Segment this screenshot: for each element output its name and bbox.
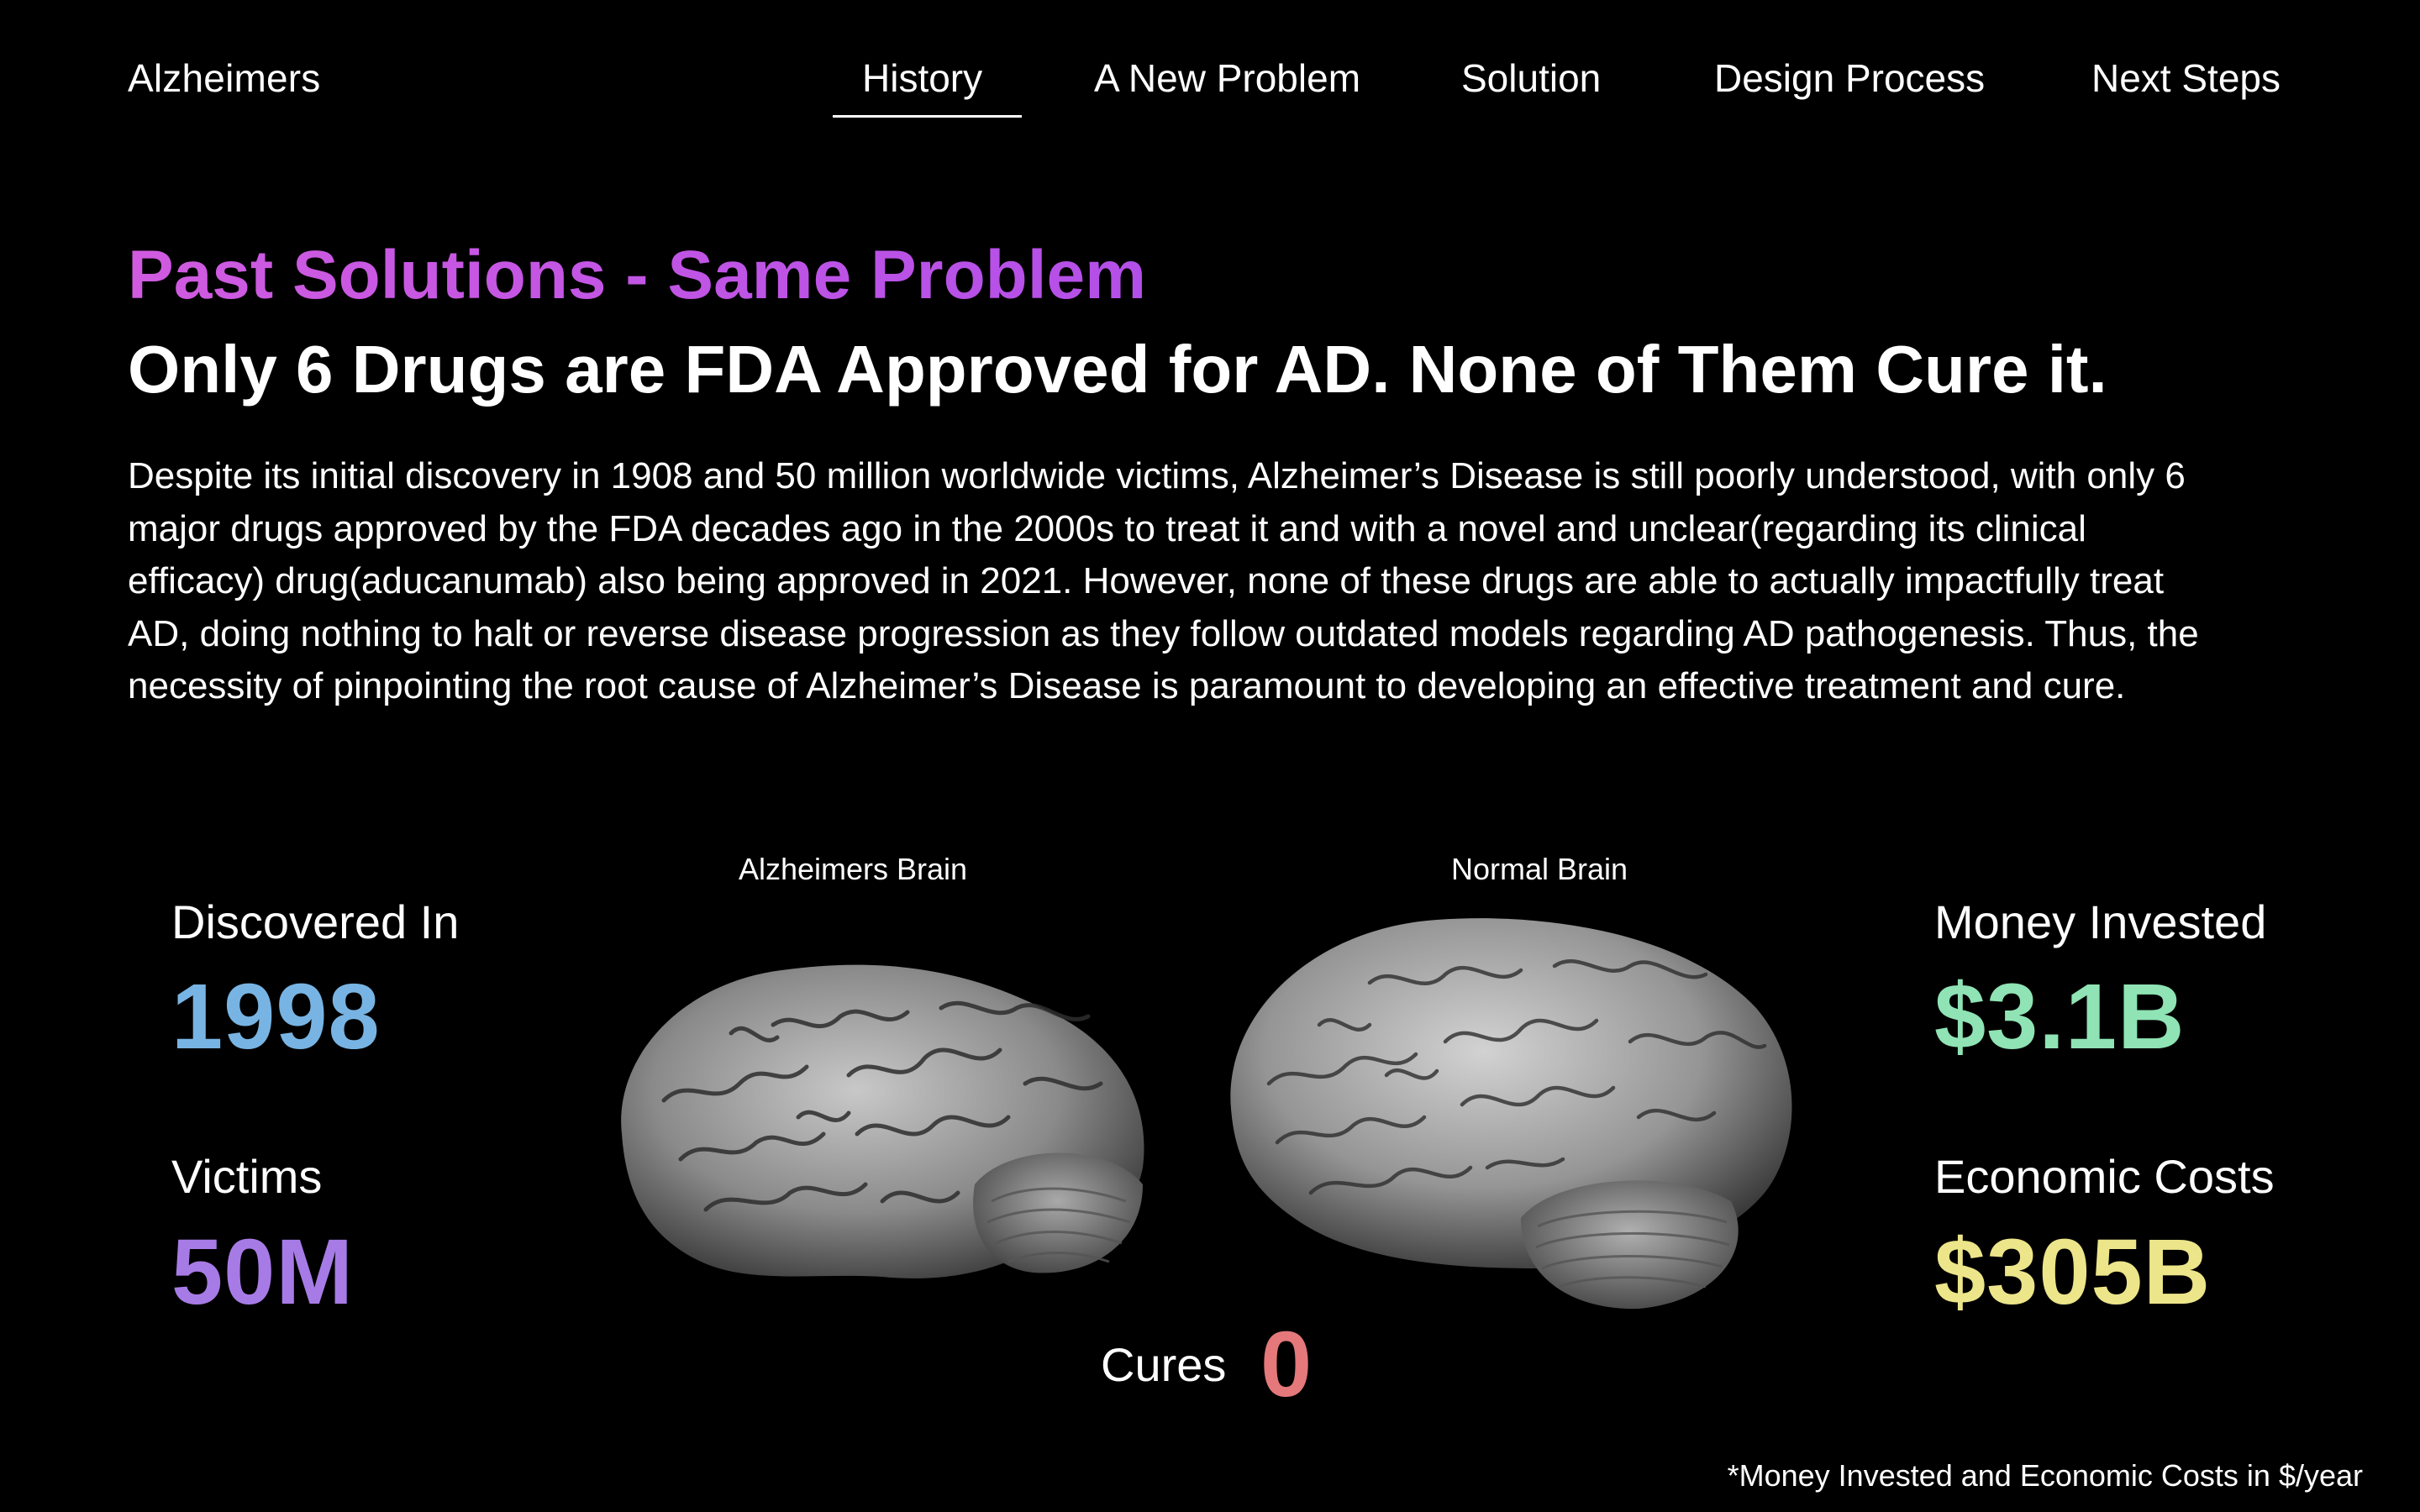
stat-victims-label: Victims (171, 1150, 323, 1203)
main-nav: History A New Problem Solution Design Pr… (0, 55, 2420, 123)
footnote: *Money Invested and Economic Costs in $/… (1727, 1458, 2363, 1493)
stat-money-value: $3.1B (1934, 965, 2186, 1068)
nav-design-process[interactable]: Design Process (1714, 55, 1985, 101)
stat-cures-value: 0 (1260, 1313, 1313, 1416)
section-body: Despite its initial discovery in 1908 an… (128, 455, 2199, 706)
stat-cures-label: Cures (1101, 1338, 1227, 1391)
nav-next-steps[interactable]: Next Steps (2091, 55, 2281, 101)
stat-victims-value: 50M (171, 1221, 354, 1324)
stat-econ-label: Economic Costs (1934, 1150, 2275, 1203)
section-headline: Only 6 Drugs are FDA Approved for AD. No… (128, 332, 2107, 407)
stat-money-label: Money Invested (1934, 895, 2267, 948)
nav-history[interactable]: History (862, 55, 982, 101)
section-kicker: Past Solutions - Same Problem (128, 234, 1146, 318)
alzheimers-brain-caption: Alzheimers Brain (738, 852, 968, 886)
page: Alzheimers History A New Problem Solutio… (0, 0, 2420, 1512)
stat-discovered-label: Discovered In (171, 895, 460, 948)
stat-discovered-value: 1998 (171, 965, 381, 1068)
stat-econ-value: $305B (1934, 1221, 2212, 1324)
nav-solution[interactable]: Solution (1461, 55, 1601, 101)
normal-brain-image (1230, 918, 1792, 1310)
normal-brain-caption: Normal Brain (1450, 852, 1628, 886)
alzheimers-brain-image (621, 964, 1144, 1278)
nav-a-new-problem[interactable]: A New Problem (1094, 55, 1360, 101)
active-nav-indicator (833, 115, 1022, 118)
